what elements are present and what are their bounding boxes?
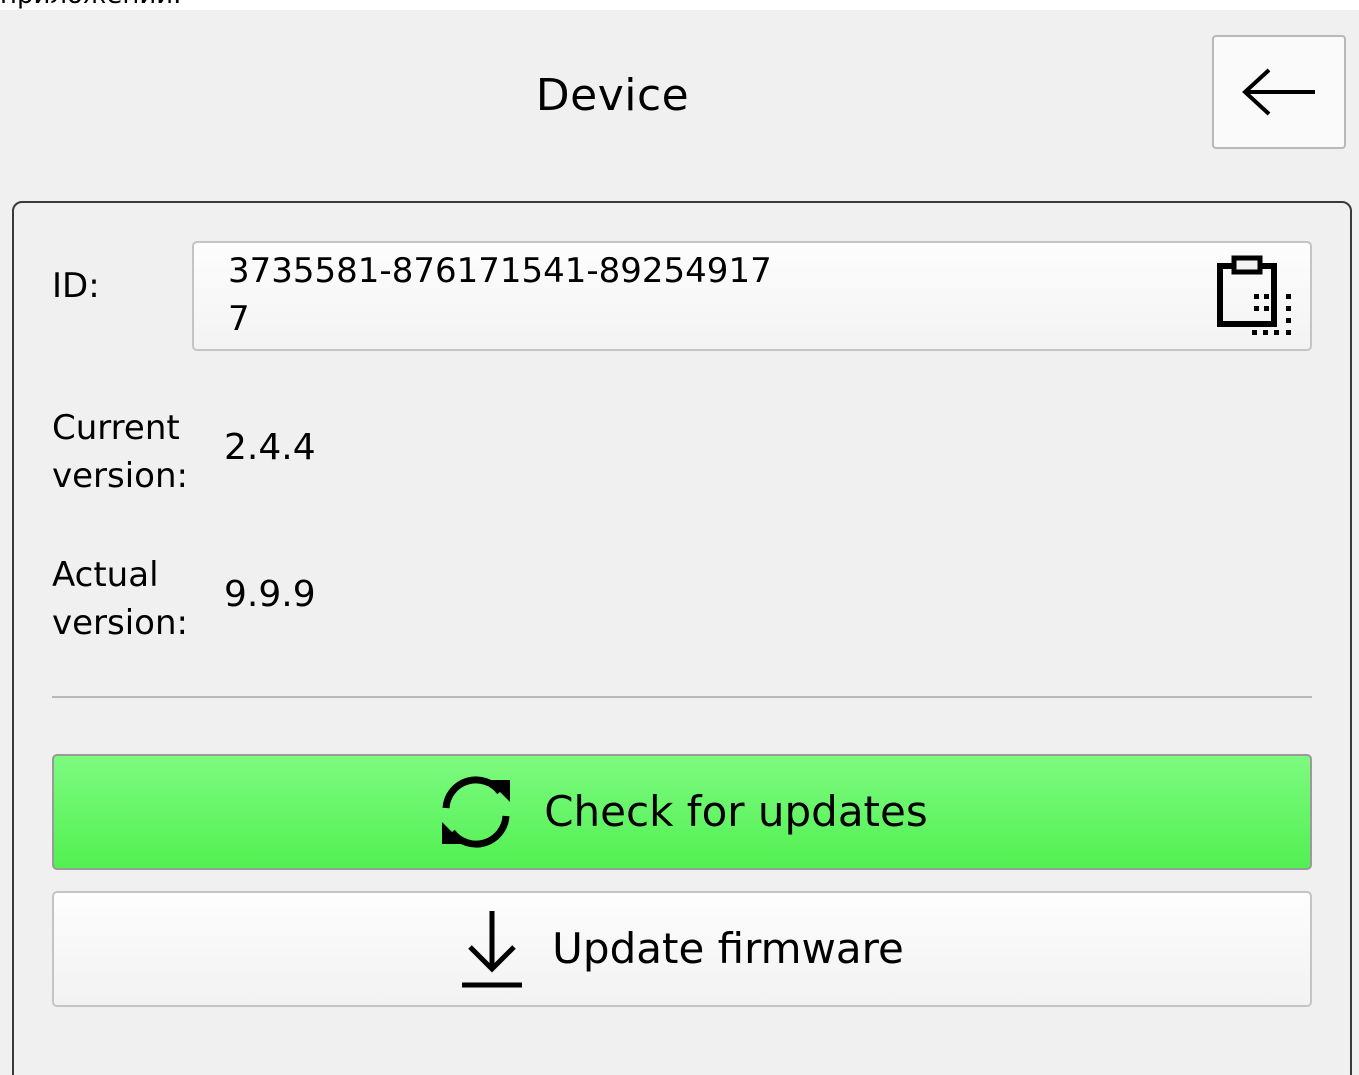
id-field[interactable]: 3735581-876171541-892549177 bbox=[192, 241, 1312, 351]
device-screen: приложении. Device ID: 3735581-876171541… bbox=[0, 0, 1359, 1075]
actual-version-label-line1: Actual bbox=[52, 555, 159, 595]
download-icon bbox=[462, 911, 523, 988]
actual-version-label-line2: version: bbox=[52, 603, 188, 643]
back-button[interactable] bbox=[1212, 35, 1346, 149]
id-value: 3735581-876171541-892549177 bbox=[228, 251, 772, 339]
current-version-value: 2.4.4 bbox=[224, 427, 316, 468]
clipboard-icon[interactable] bbox=[1216, 254, 1296, 340]
current-version-label-line1: Current bbox=[52, 408, 180, 448]
refresh-icon bbox=[442, 776, 511, 848]
divider bbox=[52, 696, 1312, 698]
update-firmware-label: Update firmware bbox=[552, 924, 904, 973]
clipped-text: приложении. bbox=[0, 0, 181, 10]
clipped-header-strip: приложении. bbox=[0, 0, 1359, 10]
page-title: Device bbox=[535, 70, 690, 121]
check-for-updates-label: Check for updates bbox=[544, 787, 928, 836]
id-label: ID: bbox=[52, 266, 100, 306]
check-for-updates-button[interactable]: Check for updates bbox=[52, 754, 1312, 870]
arrow-left-icon bbox=[1242, 68, 1315, 116]
actual-version-value: 9.9.9 bbox=[224, 574, 316, 615]
current-version-label-line2: version: bbox=[52, 456, 188, 496]
update-firmware-button[interactable]: Update firmware bbox=[52, 891, 1312, 1007]
